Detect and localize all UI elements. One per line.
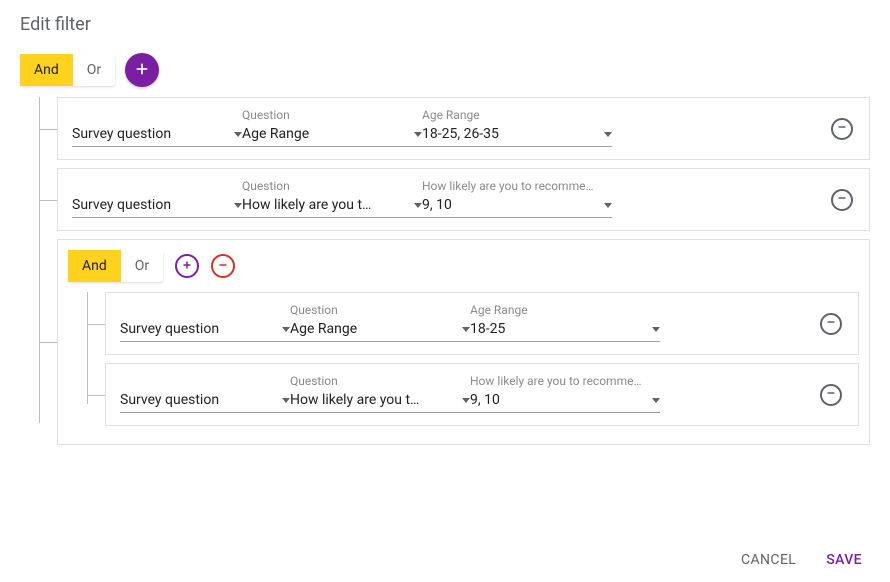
question-dropdown[interactable]: Question Age Range [290,303,470,341]
answer-dropdown[interactable]: How likely are you to recomme… 9, 10 [470,374,660,412]
remove-condition-button[interactable] [831,189,853,211]
question-dropdown[interactable]: Question How likely are you t… [242,179,422,217]
caret-down-icon [604,132,612,137]
root-operator-toolbar: And Or [20,53,870,87]
caret-down-icon [414,132,422,137]
nested-group-card: And Or [57,239,870,445]
caret-down-icon [462,327,470,332]
group-node: And Or [57,239,870,445]
caret-down-icon [652,327,660,332]
caret-down-icon [652,398,660,403]
condition-row: Survey question Question How likely are … [105,363,859,426]
minus-icon [217,259,229,274]
condition-node: Survey question Question Age Range Age R… [105,292,859,355]
operator-or-button[interactable]: Or [121,250,163,282]
operator-segmented-control: And Or [68,250,163,282]
caret-down-icon [234,203,242,208]
minus-icon [836,192,848,207]
condition-row: Survey question Question Age Range Age R… [105,292,859,355]
answer-dropdown[interactable]: Age Range 18-25, 26-35 [422,108,612,146]
nested-group: Survey question Question Age Range Age R… [86,292,859,426]
operator-and-button[interactable]: And [68,250,121,282]
question-dropdown[interactable]: Question How likely are you t… [290,374,470,412]
add-condition-fab[interactable] [125,53,159,87]
plus-icon [181,259,193,274]
source-dropdown[interactable]: Survey question [72,108,242,146]
minus-icon [836,121,848,136]
save-button[interactable]: SAVE [826,552,862,568]
condition-fields: Survey question Question Age Range Age R… [72,108,612,147]
source-dropdown[interactable]: Survey question [120,374,290,412]
nested-add-condition-button[interactable] [175,254,199,278]
remove-condition-button[interactable] [820,384,842,406]
root-group: Survey question Question Age Range Age R… [38,97,870,445]
condition-row: Survey question Question Age Range Age R… [57,97,870,160]
caret-down-icon [282,398,290,403]
condition-node: Survey question Question How likely are … [57,168,870,231]
question-dropdown[interactable]: Question Age Range [242,108,422,146]
operator-segmented-control: And Or [20,54,115,86]
condition-node: Survey question Question How likely are … [105,363,859,426]
condition-fields: Survey question Question How likely are … [72,179,612,218]
caret-down-icon [234,132,242,137]
nested-operator-toolbar: And Or [68,250,859,282]
remove-condition-button[interactable] [820,313,842,335]
caret-down-icon [282,327,290,332]
plus-icon [134,61,150,80]
operator-or-button[interactable]: Or [73,54,115,86]
source-dropdown[interactable]: Survey question [72,179,242,217]
dialog-footer: CANCEL SAVE [741,552,862,568]
cancel-button[interactable]: CANCEL [741,552,796,568]
minus-icon [825,316,837,331]
condition-fields: Survey question Question Age Range Age R… [120,303,660,342]
answer-dropdown[interactable]: Age Range 18-25 [470,303,660,341]
page-title: Edit filter [20,14,870,35]
answer-dropdown[interactable]: How likely are you to recomme… 9, 10 [422,179,612,217]
condition-node: Survey question Question Age Range Age R… [57,97,870,160]
condition-fields: Survey question Question How likely are … [120,374,660,413]
caret-down-icon [604,203,612,208]
operator-and-button[interactable]: And [20,54,73,86]
caret-down-icon [462,398,470,403]
remove-condition-button[interactable] [831,118,853,140]
caret-down-icon [414,203,422,208]
source-dropdown[interactable]: Survey question [120,303,290,341]
condition-row: Survey question Question How likely are … [57,168,870,231]
nested-remove-group-button[interactable] [211,254,235,278]
minus-icon [825,387,837,402]
